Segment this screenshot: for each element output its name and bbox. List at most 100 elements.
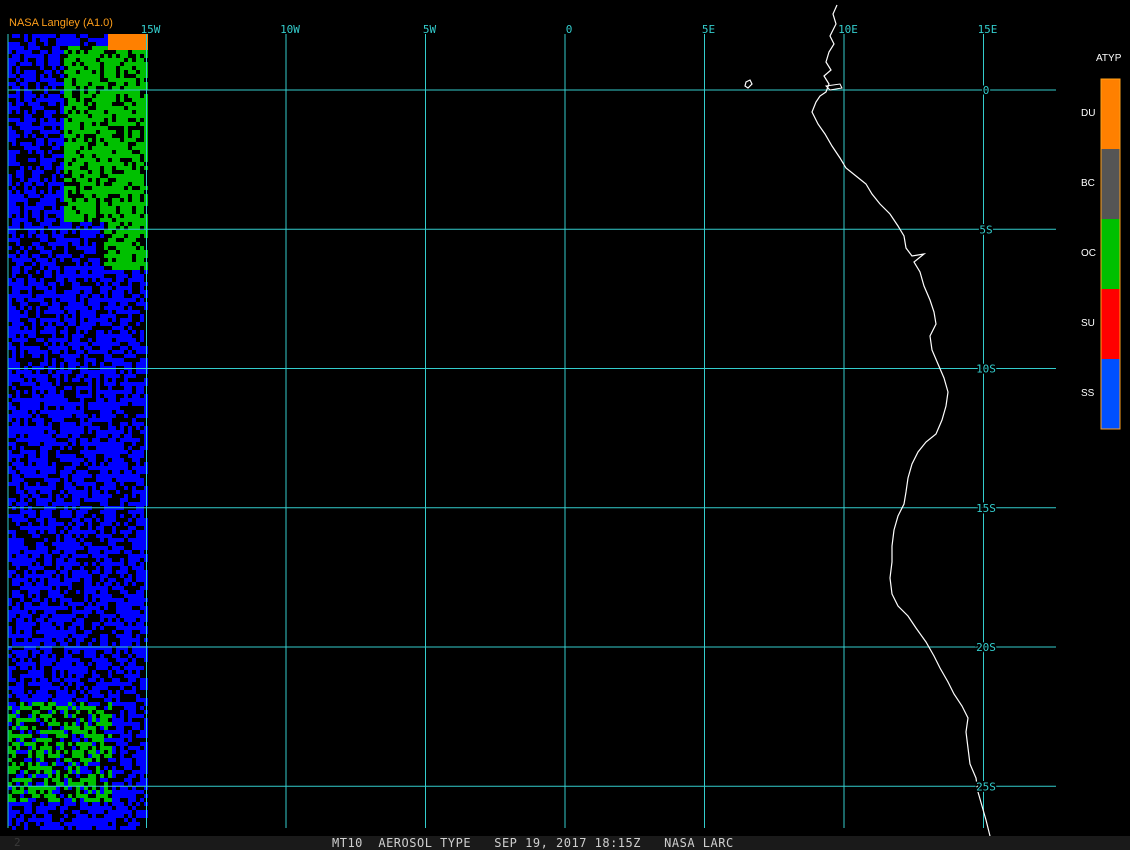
aerosol-pixel — [68, 34, 72, 38]
aerosol-pixel — [96, 802, 100, 806]
latitude-label: 5S — [979, 223, 992, 236]
aerosol-pixel — [108, 330, 112, 334]
aerosol-pixel — [68, 586, 72, 590]
aerosol-pixel — [8, 614, 12, 618]
aerosol-pixel — [20, 378, 24, 382]
aerosol-pixel — [20, 298, 24, 302]
aerosol-pixel — [16, 206, 20, 210]
aerosol-pixel — [32, 410, 36, 414]
aerosol-pixel — [104, 434, 108, 438]
aerosol-pixel — [36, 562, 40, 566]
aerosol-pixel — [120, 502, 124, 506]
aerosol-pixel — [72, 354, 76, 358]
aerosol-pixel — [20, 682, 24, 686]
aerosol-pixel — [76, 66, 80, 70]
aerosol-pixel — [28, 370, 32, 374]
aerosol-pixel — [60, 342, 64, 346]
aerosol-pixel — [120, 810, 124, 814]
aerosol-pixel — [132, 722, 136, 726]
aerosol-pixel — [108, 478, 112, 482]
aerosol-pixel — [92, 302, 96, 306]
aerosol-pixel — [136, 402, 140, 406]
aerosol-pixel — [140, 798, 144, 802]
aerosol-pixel — [36, 466, 40, 470]
aerosol-pixel — [96, 134, 100, 138]
aerosol-pixel — [92, 762, 96, 766]
aerosol-pixel — [56, 122, 60, 126]
aerosol-pixel — [132, 794, 136, 798]
aerosol-pixel — [52, 342, 56, 346]
aerosol-pixel — [120, 662, 124, 666]
aerosol-pixel — [124, 818, 128, 822]
aerosol-pixel — [40, 302, 44, 306]
aerosol-pixel — [60, 186, 64, 190]
aerosol-pixel — [96, 82, 100, 86]
aerosol-pixel — [24, 734, 28, 738]
aerosol-pixel — [56, 166, 60, 170]
aerosol-pixel — [76, 386, 80, 390]
aerosol-pixel — [64, 426, 68, 430]
aerosol-pixel — [136, 270, 140, 274]
aerosol-pixel — [136, 462, 140, 466]
aerosol-pixel — [140, 114, 144, 118]
aerosol-pixel — [20, 774, 24, 778]
aerosol-pixel — [120, 258, 124, 262]
aerosol-pixel — [100, 210, 104, 214]
aerosol-pixel — [104, 210, 108, 214]
aerosol-pixel — [92, 726, 96, 730]
aerosol-pixel — [84, 730, 88, 734]
aerosol-pixel — [112, 750, 116, 754]
aerosol-pixel — [44, 210, 48, 214]
aerosol-pixel — [56, 770, 60, 774]
aerosol-pixel — [140, 578, 144, 582]
aerosol-pixel — [72, 70, 76, 74]
aerosol-pixel — [32, 146, 36, 150]
aerosol-pixel — [136, 654, 140, 658]
aerosol-pixel — [92, 490, 96, 494]
aerosol-pixel — [136, 482, 140, 486]
aerosol-pixel — [52, 334, 56, 338]
aerosol-pixel — [8, 158, 12, 162]
aerosol-pixel — [72, 606, 76, 610]
aerosol-pixel — [100, 586, 104, 590]
aerosol-pixel — [76, 534, 80, 538]
aerosol-pixel — [48, 430, 52, 434]
aerosol-pixel — [12, 386, 16, 390]
aerosol-pixel — [140, 318, 144, 322]
aerosol-pixel — [60, 258, 64, 262]
aerosol-pixel — [24, 346, 28, 350]
aerosol-pixel — [92, 350, 96, 354]
aerosol-pixel — [60, 634, 64, 638]
aerosol-pixel — [140, 174, 144, 178]
aerosol-pixel — [128, 190, 132, 194]
aerosol-pixel — [60, 570, 64, 574]
aerosol-pixel — [12, 534, 16, 538]
aerosol-pixel — [12, 814, 16, 818]
aerosol-pixel — [112, 730, 116, 734]
aerosol-pixel — [64, 814, 68, 818]
aerosol-pixel — [120, 154, 124, 158]
aerosol-pixel — [132, 746, 136, 750]
aerosol-pixel — [96, 534, 100, 538]
aerosol-pixel — [116, 182, 120, 186]
aerosol-pixel — [44, 474, 48, 478]
aerosol-pixel — [52, 778, 56, 782]
aerosol-pixel — [116, 290, 120, 294]
aerosol-pixel — [128, 166, 132, 170]
aerosol-pixel — [120, 474, 124, 478]
aerosol-pixel — [128, 46, 132, 50]
aerosol-pixel — [88, 38, 92, 42]
aerosol-pixel — [36, 806, 40, 810]
aerosol-pixel — [56, 618, 60, 622]
aerosol-pixel — [60, 638, 64, 642]
aerosol-pixel — [132, 650, 136, 654]
aerosol-pixel — [92, 678, 96, 682]
aerosol-pixel — [136, 474, 140, 478]
aerosol-pixel — [36, 546, 40, 550]
aerosol-pixel — [116, 142, 120, 146]
aerosol-pixel — [120, 78, 124, 82]
aerosol-pixel — [136, 258, 140, 262]
latitude-label: 0 — [983, 84, 990, 97]
aerosol-pixel — [76, 54, 80, 58]
aerosol-pixel — [68, 458, 72, 462]
